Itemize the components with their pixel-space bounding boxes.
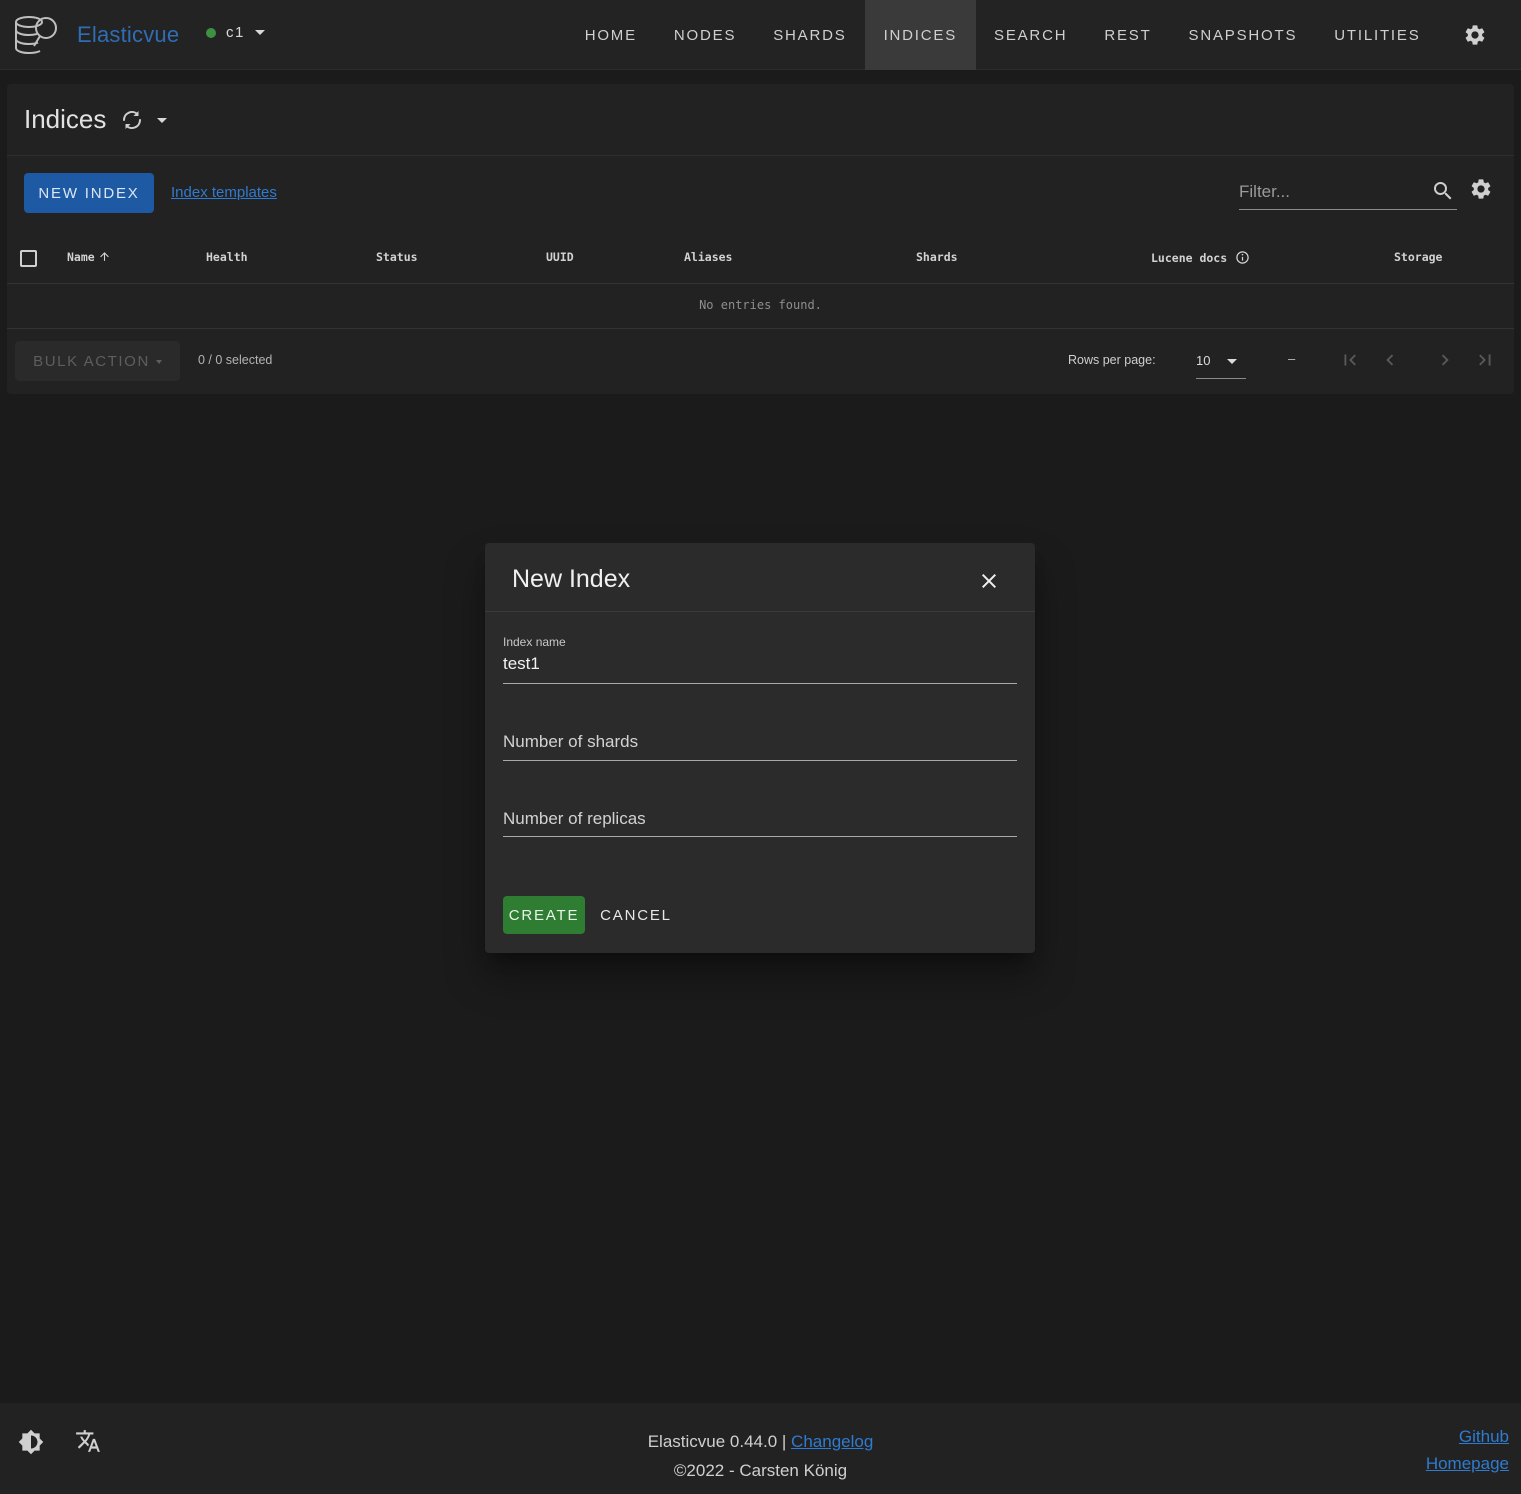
nav-shards[interactable]: SHARDS	[755, 0, 865, 70]
footer: Elasticvue 0.44.0 | Changelog ©2022 - Ca…	[0, 1403, 1521, 1494]
column-header-lucene-docs-label: Lucene docs	[1151, 251, 1228, 265]
search-icon	[1434, 182, 1452, 200]
create-button[interactable]: CREATE	[503, 896, 585, 934]
number-of-replicas-label: Number of replicas	[503, 809, 646, 828]
nav-nodes[interactable]: NODES	[655, 0, 754, 70]
cluster-selector[interactable]: c1	[206, 24, 265, 41]
nav-indices[interactable]: INDICES	[865, 0, 976, 70]
homepage-link[interactable]: Homepage	[1426, 1454, 1509, 1473]
index-name-input[interactable]: test1	[503, 654, 540, 674]
footer-info: Elasticvue 0.44.0 | Changelog ©2022 - Ca…	[0, 1427, 1521, 1485]
column-header-storage[interactable]: Storage	[1394, 250, 1442, 264]
rows-per-page-label: Rows per page:	[1068, 353, 1156, 367]
index-templates-link[interactable]: Index templates	[171, 184, 277, 201]
version-text: Elasticvue 0.44.0 |	[647, 1432, 787, 1451]
brand-title[interactable]: Elasticvue	[77, 22, 179, 48]
table-row: No entries found.	[7, 284, 1514, 329]
nav-utilities[interactable]: UTILITIES	[1316, 0, 1439, 70]
close-icon[interactable]	[977, 569, 1001, 593]
column-header-health[interactable]: Health	[206, 250, 248, 264]
filter-field	[1239, 174, 1457, 210]
filter-input[interactable]	[1239, 180, 1419, 204]
column-header-name-label: Name	[67, 250, 95, 264]
top-app-bar: Elasticvue c1 HOME NODES SHARDS INDICES …	[0, 0, 1521, 70]
chevron-down-icon	[254, 30, 265, 35]
divider	[485, 611, 1035, 612]
logo[interactable]	[12, 10, 62, 60]
footer-version-line: Elasticvue 0.44.0 | Changelog	[0, 1427, 1521, 1456]
bulk-action-label: BULK ACTION	[33, 352, 150, 370]
chevron-down-icon[interactable]	[157, 118, 167, 123]
copyright-text: ©2022 - Carsten König	[673, 1461, 848, 1480]
changelog-link[interactable]: Changelog	[791, 1432, 873, 1451]
main-nav: HOME NODES SHARDS INDICES SEARCH REST SN…	[566, 0, 1439, 70]
first-page-icon[interactable]	[1339, 349, 1361, 371]
chevron-down-icon	[155, 360, 162, 364]
number-of-shards-field[interactable]: Number of shards	[503, 723, 1017, 761]
column-header-shards[interactable]: Shards	[916, 250, 958, 264]
column-header-aliases[interactable]: Aliases	[684, 250, 732, 264]
column-header-uuid[interactable]: UUID	[546, 250, 574, 264]
gear-icon[interactable]	[1469, 177, 1493, 201]
nav-snapshots[interactable]: SNAPSHOTS	[1170, 0, 1316, 70]
previous-page-icon[interactable]	[1379, 349, 1401, 371]
info-icon[interactable]	[1235, 250, 1250, 265]
page-range: –	[1288, 351, 1296, 366]
column-header-status[interactable]: Status	[376, 250, 418, 264]
next-page-icon[interactable]	[1434, 349, 1456, 371]
footer-links: Github Homepage	[1426, 1423, 1509, 1477]
rows-per-page-value: 10	[1196, 353, 1211, 368]
elasticvue-logo-icon	[15, 16, 57, 55]
nav-home[interactable]: HOME	[566, 0, 655, 70]
select-all-checkbox[interactable]	[20, 250, 37, 267]
cluster-name: c1	[226, 24, 245, 41]
field-underline	[503, 760, 1017, 761]
page-title: Indices	[24, 104, 107, 134]
refresh-icon[interactable]	[120, 108, 144, 132]
last-page-icon[interactable]	[1474, 349, 1496, 371]
dialog-title: New Index	[512, 565, 631, 593]
gear-icon[interactable]	[1463, 23, 1487, 47]
rows-per-page-select[interactable]: 10	[1196, 346, 1246, 379]
cancel-button[interactable]: CANCEL	[594, 896, 678, 934]
chevron-down-icon	[1227, 359, 1237, 364]
empty-message: No entries found.	[699, 298, 822, 312]
arrow-up-icon	[99, 252, 109, 261]
nav-rest[interactable]: REST	[1086, 0, 1170, 70]
nav-search[interactable]: SEARCH	[976, 0, 1086, 70]
new-index-dialog: New Index Index name test1 Number of sha…	[485, 543, 1035, 953]
column-header-name[interactable]: Name	[67, 250, 111, 264]
selected-count: 0 / 0 selected	[198, 353, 273, 367]
new-index-button[interactable]: NEW INDEX	[24, 173, 154, 213]
field-underline	[503, 683, 1017, 684]
field-underline	[503, 836, 1017, 837]
column-header-lucene-docs[interactable]: Lucene docs	[1151, 250, 1250, 265]
bulk-action-button: BULK ACTION	[15, 341, 180, 381]
index-name-field[interactable]: Index name test1	[503, 635, 1017, 684]
cluster-status-dot	[206, 27, 216, 38]
number-of-replicas-field[interactable]: Number of replicas	[503, 799, 1017, 837]
divider	[7, 155, 1514, 156]
index-name-label: Index name	[503, 635, 566, 649]
github-link[interactable]: Github	[1459, 1427, 1509, 1446]
indices-card: Indices NEW INDEX Index templates Name H…	[7, 84, 1514, 394]
number-of-shards-label: Number of shards	[503, 732, 639, 751]
